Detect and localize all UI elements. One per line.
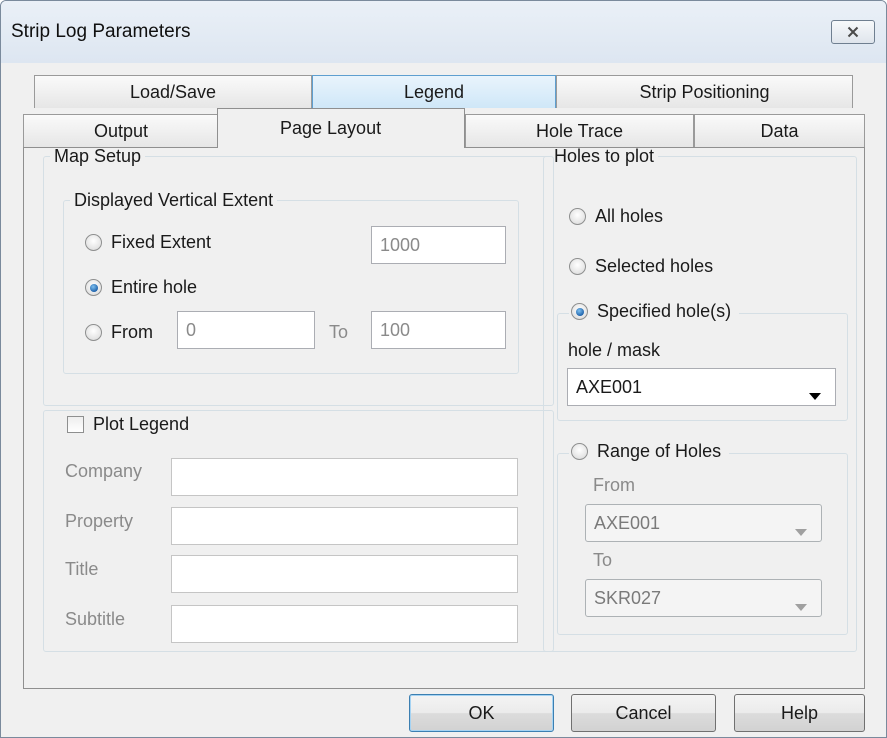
map-setup-title: Map Setup — [54, 146, 142, 166]
property-input[interactable] — [171, 507, 518, 545]
radio-range-of-holes[interactable]: Range of Holes — [569, 441, 730, 462]
tab-legend[interactable]: Legend — [312, 75, 556, 108]
checkbox-box — [67, 416, 84, 433]
fixed-extent-input[interactable]: 1000 — [371, 226, 506, 264]
hole-mask-combo[interactable]: AXE001 — [567, 368, 836, 406]
property-label: Property — [65, 511, 134, 531]
window-title: Strip Log Parameters — [11, 21, 191, 42]
dialog-window: Strip Log Parameters Load/Save Legend St… — [0, 0, 887, 738]
chevron-down-icon — [795, 595, 807, 616]
range-to-combo[interactable]: SKR027 — [585, 579, 822, 617]
tab-data[interactable]: Data — [694, 114, 865, 147]
hole-mask-label: hole / mask — [568, 340, 661, 360]
radio-entire-hole[interactable]: Entire hole — [85, 277, 197, 298]
close-icon — [847, 26, 859, 38]
company-input[interactable] — [171, 458, 518, 496]
ok-button[interactable]: OK — [409, 694, 554, 732]
tab-page-layout[interactable]: Page Layout — [217, 108, 465, 148]
radio-circle — [569, 208, 586, 225]
cancel-button[interactable]: Cancel — [571, 694, 716, 732]
radio-circle — [571, 303, 588, 320]
radio-from[interactable]: From — [85, 322, 153, 343]
tab-output[interactable]: Output — [23, 114, 219, 147]
to-input[interactable]: 100 — [371, 311, 506, 349]
page-layout-panel: Map Setup Displayed Vertical Extent Fixe… — [23, 146, 865, 689]
radio-circle — [85, 324, 102, 341]
radio-specified-holes[interactable]: Specified hole(s) — [569, 301, 740, 322]
subtitle-input[interactable] — [171, 605, 518, 643]
plot-legend-checkbox[interactable]: Plot Legend — [65, 414, 196, 435]
radio-all-holes[interactable]: All holes — [569, 206, 663, 227]
title-bar[interactable]: Strip Log Parameters — [1, 1, 886, 63]
chevron-down-icon — [809, 384, 821, 405]
tab-hole-trace[interactable]: Hole Trace — [465, 114, 694, 147]
title-input[interactable] — [171, 555, 518, 593]
range-to-label: To — [593, 550, 613, 570]
radio-circle — [571, 443, 588, 460]
company-label: Company — [65, 461, 143, 481]
holes-to-plot-title: Holes to plot — [554, 146, 655, 166]
title-label: Title — [65, 559, 99, 579]
from-input[interactable]: 0 — [177, 311, 315, 349]
close-button[interactable] — [831, 20, 875, 44]
subtitle-label: Subtitle — [65, 609, 126, 629]
chevron-down-icon — [795, 520, 807, 541]
vertical-extent-title: Displayed Vertical Extent — [74, 190, 274, 210]
radio-fixed-extent[interactable]: Fixed Extent — [85, 232, 211, 253]
range-from-combo[interactable]: AXE001 — [585, 504, 822, 542]
help-button[interactable]: Help — [734, 694, 865, 732]
radio-circle — [85, 279, 102, 296]
radio-circle — [569, 258, 586, 275]
radio-circle — [85, 234, 102, 251]
tab-strip-positioning[interactable]: Strip Positioning — [556, 75, 853, 108]
tab-load-save[interactable]: Load/Save — [34, 75, 312, 108]
range-from-label: From — [593, 475, 635, 495]
radio-selected-holes[interactable]: Selected holes — [569, 256, 713, 277]
to-label: To — [329, 322, 349, 342]
